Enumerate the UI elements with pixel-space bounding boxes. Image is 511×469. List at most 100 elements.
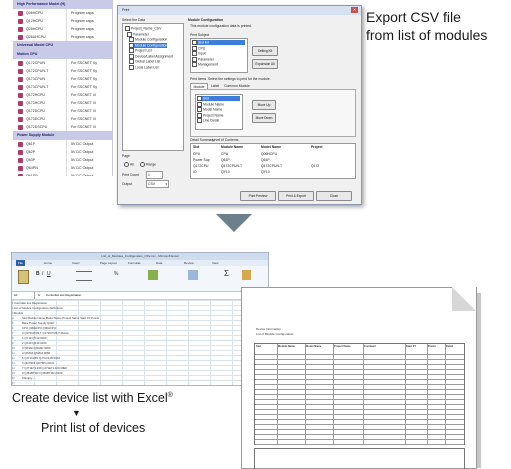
move-up-button[interactable]: Move Up [252,100,276,110]
tree-item[interactable]: Module Configuration [129,37,167,42]
italic-icon[interactable]: I [42,271,43,277]
export-csv-callout-line1: Export CSV file [366,9,461,25]
sheet-row[interactable]: 4 Q62DA Q62DA 0080 [22,351,50,355]
conditional-format-icon[interactable] [148,270,158,280]
move-down-button[interactable]: Move Down [252,113,276,123]
paper-column-line [445,344,446,444]
tree-item[interactable]: Module Configuration [129,42,168,48]
tree-item-label: Global Label List [135,59,161,64]
row-number: 3 [12,311,14,315]
tab-panel: Slot Module Name Model Name Project Name Lin… [190,89,356,137]
print-list-callout: Print list of devices [41,421,146,435]
sheet-row[interactable]: 5 QJ71C24N QJ71C24N 00A0 [22,356,60,360]
sheet-row[interactable]: 6 QD75P4 QD75P4 00C0 [22,361,54,365]
module-icon [18,11,23,16]
sheet-row[interactable]: 2 QX40 QX40 0040 [22,341,46,345]
sheet-row[interactable]: CPU Q06HCPU Q06HCPU [22,326,56,330]
tree-item[interactable]: Global Label List [129,59,160,64]
checkbox-icon [197,101,202,107]
paper-table: Slot Module Name Model Name Project Name Com… [254,343,465,445]
sum-icon[interactable]: Σ [224,269,229,278]
bold-icon[interactable]: B [36,271,40,277]
tree-item-label: Local Label List [135,64,159,69]
paper-column-line [363,344,364,444]
print-preview-button[interactable]: Print Preview [240,191,276,201]
copies-input[interactable]: 1 [146,171,163,179]
module-icon [18,158,23,163]
print-subject-item[interactable]: Management [192,62,245,67]
tree-item-label: Parameter [133,31,149,36]
print-subject-item[interactable]: Parameter [192,56,245,62]
sheet-row[interactable]: 8 QJ61BT11N QJ61BT11N 0100 [22,371,62,375]
module-group-header[interactable]: Power Supply Module [13,131,112,140]
print-export-button[interactable]: Print & Export [278,191,314,201]
name-box[interactable]: A1 [14,292,35,299]
module-icon [18,19,23,24]
paper-header-cell: Start XY [406,345,417,348]
setting-kit-button[interactable]: Setting Kit [252,46,278,56]
module-icon [18,85,23,90]
align-icon[interactable] [76,271,92,281]
print-subject-item[interactable]: CPU [192,45,245,51]
range-radio[interactable]: Range [140,162,156,167]
module-list-item[interactable]: Q61SP 5V DC Output [13,172,112,176]
print-subject-label: CPU [198,45,206,50]
row-number: 5 [12,321,14,325]
module-group-header[interactable]: High Performance Model (H) [13,0,112,9]
tree-item[interactable]: Local Label List [129,64,159,70]
preview-cell: QY10 [261,170,270,174]
row-number: 4 [12,316,14,320]
print-item[interactable]: Module Name [197,101,240,107]
insert-cells-icon[interactable] [188,270,198,280]
underline-icon[interactable]: U [47,271,51,277]
close-button[interactable]: Close [316,191,352,201]
row-number: 9 [12,341,14,345]
dialog-close-icon[interactable]: ✕ [351,7,358,13]
output-select[interactable]: CSV ▾ [146,180,169,188]
paper-column-line [333,344,334,444]
tree-item[interactable]: Project List [129,48,152,53]
module-group-header[interactable]: Universal Model CPU [13,41,112,50]
row-number: 2 [12,306,14,310]
print-item[interactable]: Project Name [197,112,240,118]
create-list-callout: Create device list with Excel® [12,391,173,405]
preview-header-cell: Slot [193,145,200,149]
sheet-row[interactable]: Controller List Registration [14,301,47,305]
sheet-row[interactable]: 7 QJ71E71-100 QJ71E71-100 00E0 [22,366,67,370]
sort-filter-icon[interactable] [242,270,251,280]
print-item[interactable]: Model Name [197,107,240,112]
print-items-desc: Select the settings to print for the mod… [208,77,271,81]
print-subject-item[interactable]: Input [192,51,245,56]
formula-bar[interactable]: A1 fx Controller List Registration [12,292,268,300]
print-item-label: Model Name [203,107,223,112]
print-items-list[interactable]: Slot Module Name Model Name Project Name Lin… [195,94,243,130]
print-subject-item[interactable]: Slot list [192,40,245,45]
sheet-row[interactable]: Base Power Supply Q61P [22,321,54,325]
sheet-row[interactable]: 3 Q64AD Q64AD 0060 [22,346,50,350]
sheet-row[interactable]: 0 Q172CPUN-T Q172CPUN-T Motion [22,331,69,335]
number-format-icon[interactable]: % [114,271,118,277]
print-item-label: Slot [203,96,209,101]
sheet-row[interactable]: 9 Empty - - [22,376,36,380]
print-item[interactable]: Line Detail [197,118,240,123]
sheet-row[interactable]: Module [14,311,23,315]
expansion-all-button[interactable]: Expansion All [252,59,278,69]
print-subject-list[interactable]: Slot list CPU Input Parameter Management [190,38,248,73]
formula-icon: fx [38,293,41,297]
paste-icon[interactable] [18,270,29,284]
module-group-header[interactable]: Motion CPU [13,50,112,59]
checkbox-icon [127,31,132,37]
sheet-row[interactable]: Slot Module Name Model Name Project Name… [22,316,99,320]
checkbox-icon [197,118,202,123]
tree-item[interactable]: Parameter [127,31,149,37]
all-radio[interactable]: All [124,162,134,167]
tree-item[interactable]: Device/Label Assignment [129,53,173,59]
worksheet-grid[interactable]: Controller List Registration List of Modu… [12,300,268,385]
preview-cell: CPU [193,152,201,156]
print-item[interactable]: Slot [197,96,240,101]
tree-item[interactable]: Project_Name_CSV [125,26,161,31]
sheet-row[interactable]: 1 QY10 QY10 0020 [22,336,46,340]
sheet-row[interactable]: List of Module Configuration Definitions [14,306,63,310]
data-tree[interactable]: Project_Name_CSV Parameter Module Configur… [122,23,184,151]
range-radio-icon [140,162,145,167]
